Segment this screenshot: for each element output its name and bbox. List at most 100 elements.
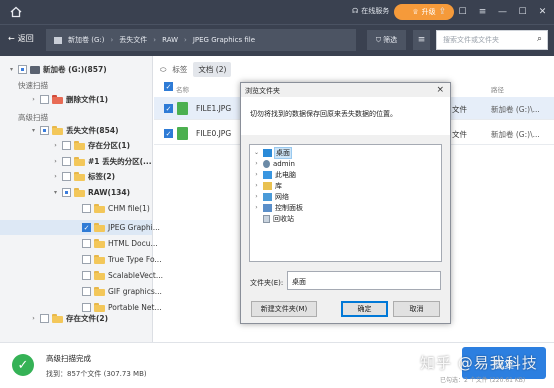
breadcrumb-item[interactable]: RAW <box>162 36 178 44</box>
chevron-down-icon[interactable]: ⌄ <box>253 149 260 156</box>
checkbox[interactable] <box>62 188 71 197</box>
chevron-right-icon[interactable]: › <box>52 173 59 180</box>
tree-item-tags[interactable]: › 标签(2) <box>52 169 115 184</box>
maximize-icon[interactable]: ☐ <box>517 5 528 18</box>
tag-icon: ⬭ <box>160 64 167 74</box>
close-icon[interactable]: ✕ <box>537 5 548 18</box>
tree-item-raw[interactable]: ▾ RAW(134) <box>52 185 130 200</box>
folder-node-desktop[interactable]: ⌄ 桌面 <box>253 146 292 159</box>
tree-item-raw-child[interactable]: ✓ JPEG Graphi... <box>82 220 160 235</box>
folder-icon <box>52 314 63 323</box>
tree-item-deleted[interactable]: › 删除文件(1) <box>30 92 108 107</box>
menu-icon[interactable]: ≡ <box>477 5 488 18</box>
chevron-down-icon[interactable]: ▾ <box>52 189 59 196</box>
folder-icon <box>94 271 105 280</box>
folder-node-user[interactable]: › admin <box>253 158 295 169</box>
close-icon[interactable]: × <box>436 85 444 95</box>
chevron-down-icon[interactable]: ▾ <box>30 127 37 134</box>
nav-bar: ← 返回 新加卷 (G:) › 丢失文件 › RAW › JPEG Graphi… <box>0 24 554 56</box>
scan-status-title: 高级扫描完成 <box>46 354 91 363</box>
tree-item-raw-child[interactable]: HTML Docu... <box>82 236 158 251</box>
chevron-right-icon[interactable]: › <box>30 96 37 103</box>
tree-item-raw-child[interactable]: ScalableVect... <box>82 268 163 283</box>
folder-node-control-panel[interactable]: › 控制面板 <box>253 202 303 213</box>
checkbox[interactable] <box>82 287 91 296</box>
back-arrow-icon: ← <box>8 34 15 43</box>
checkbox[interactable]: ✓ <box>82 223 91 232</box>
tree-item-existing-files[interactable]: › 存在文件(2) <box>30 311 108 326</box>
checkbox[interactable] <box>62 141 71 150</box>
check-circle-icon: ✓ <box>12 354 34 376</box>
breadcrumb-separator: › <box>110 36 114 44</box>
select-all-checkbox[interactable]: ✓ <box>164 82 173 91</box>
checkbox[interactable] <box>40 314 49 323</box>
folder-node-libraries[interactable]: › 库 <box>253 180 282 191</box>
column-name[interactable]: 名称 <box>176 84 189 94</box>
breadcrumb-item[interactable]: 新加卷 (G:) <box>68 35 104 45</box>
search-input[interactable]: 搜索文件或文件夹 ⌕ <box>436 30 548 50</box>
tab-tags[interactable]: 标签 <box>172 64 187 75</box>
checkbox[interactable] <box>40 126 49 135</box>
checkbox[interactable] <box>82 271 91 280</box>
tree-item-existing-partition[interactable]: › 存在分区(1) <box>52 138 130 153</box>
checkbox[interactable] <box>82 204 91 213</box>
checkbox[interactable] <box>82 255 91 264</box>
user-icon <box>263 159 270 168</box>
search-icon[interactable]: ⌕ <box>537 34 542 44</box>
chevron-right-icon[interactable]: › <box>253 171 260 178</box>
tree-item-lost-partition[interactable]: › #1 丢失的分区(... <box>52 154 152 169</box>
filter-button[interactable]: ⛉ 筛选 <box>367 30 406 50</box>
new-folder-button[interactable]: 新建文件夹(M) <box>251 301 317 317</box>
folder-node-this-pc[interactable]: › 此电脑 <box>253 169 296 180</box>
home-icon[interactable] <box>9 5 23 19</box>
folder-name-field[interactable]: 桌面 <box>287 271 441 290</box>
minimize-icon[interactable]: — <box>497 5 508 18</box>
checkbox[interactable] <box>18 65 27 74</box>
column-path[interactable]: 路径 <box>491 84 504 94</box>
tree-item-root-drive[interactable]: ▾ 新加卷 (G:)(857) <box>8 62 107 77</box>
dialog-title: 浏览文件夹 <box>245 87 280 95</box>
checkbox[interactable] <box>82 239 91 248</box>
tree-item-raw-child[interactable]: True Type Fo... <box>82 252 162 267</box>
browse-folder-dialog: 浏览文件夹 × 切勿将找到的数据保存回原来丢失数据的位置。 ⌄ 桌面 › adm… <box>240 82 451 324</box>
chevron-right-icon[interactable]: › <box>52 158 59 165</box>
ok-button[interactable]: 确定 <box>341 301 388 317</box>
folder-icon <box>74 141 85 150</box>
checkbox[interactable] <box>62 157 71 166</box>
breadcrumb-item[interactable]: 丢失文件 <box>119 35 147 45</box>
chevron-right-icon[interactable]: › <box>253 160 260 167</box>
folder-icon <box>94 239 105 248</box>
checkbox[interactable] <box>62 172 71 181</box>
drive-icon <box>30 65 40 74</box>
tab-documents[interactable]: 文档 (2) <box>193 62 232 77</box>
tree-item-lost-files[interactable]: ▾ 丢失文件(854) <box>30 123 119 138</box>
view-menu-button[interactable]: ≡ <box>413 30 430 50</box>
image-file-icon <box>177 102 188 115</box>
breadcrumb-item[interactable]: JPEG Graphics file <box>193 36 255 44</box>
feedback-icon[interactable]: ☐ <box>457 5 468 18</box>
folder-node-recycle-bin[interactable]: 回收站 <box>253 213 294 224</box>
computer-icon <box>263 170 272 179</box>
checkbox[interactable] <box>40 95 49 104</box>
chevron-right-icon[interactable]: › <box>253 182 260 189</box>
breadcrumb-separator: › <box>184 36 187 44</box>
chevron-right-icon[interactable]: › <box>253 193 260 200</box>
online-service-button[interactable]: ☊ 在线服务 <box>352 6 389 16</box>
chevron-right-icon[interactable]: › <box>253 204 260 211</box>
checkbox[interactable]: ✓ <box>164 129 173 138</box>
cancel-button[interactable]: 取消 <box>393 301 440 317</box>
folder-icon <box>52 95 63 104</box>
share-icon[interactable]: ⇪ <box>437 5 448 18</box>
chevron-right-icon[interactable]: › <box>52 142 59 149</box>
folder-browser-tree[interactable]: ⌄ 桌面 › admin › 此电脑 › 库 › 网络 › 控制面板 回收站 <box>249 144 442 262</box>
folder-node-network[interactable]: › 网络 <box>253 191 289 202</box>
folder-icon <box>94 204 105 213</box>
back-button[interactable]: ← 返回 <box>8 33 34 44</box>
control-panel-icon <box>263 203 272 212</box>
tree-item-raw-child[interactable]: GIF graphics... <box>82 284 162 299</box>
chevron-right-icon[interactable]: › <box>30 315 37 322</box>
folder-icon <box>52 126 63 135</box>
checkbox[interactable]: ✓ <box>164 104 173 113</box>
chevron-down-icon[interactable]: ▾ <box>8 66 15 73</box>
tree-item-raw-child[interactable]: CHM file(1) <box>82 201 150 216</box>
